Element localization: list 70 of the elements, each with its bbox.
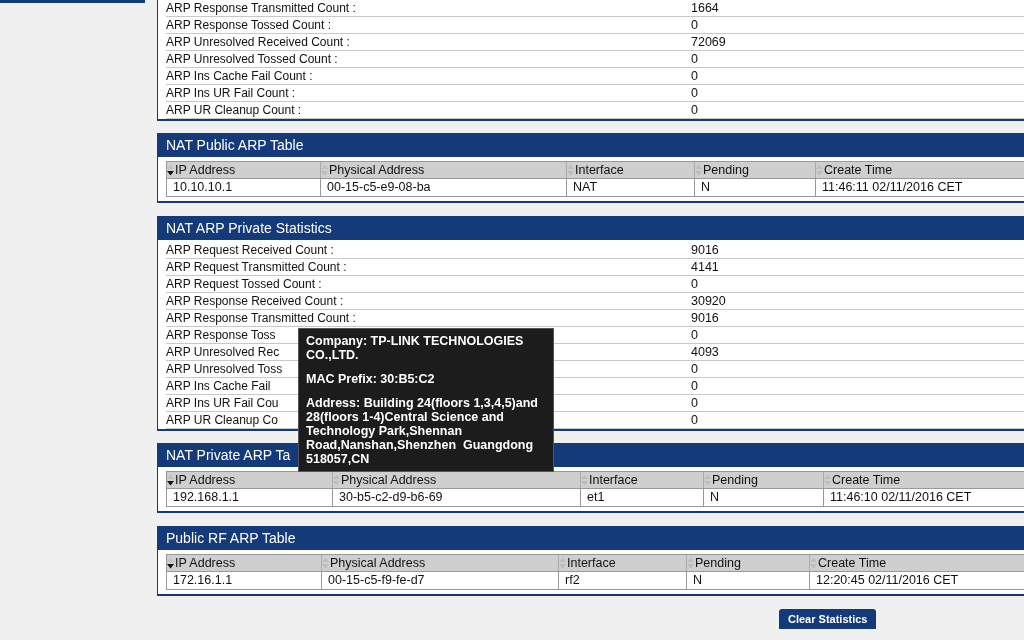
stat-label: ARP Ins UR Fail Cou: [166, 395, 279, 410]
clear-statistics-button[interactable]: Clear Statistics: [779, 609, 877, 629]
table-cell: NAT: [567, 179, 695, 196]
column-header[interactable]: Physical Address: [322, 555, 559, 571]
stat-value: 0: [691, 326, 698, 344]
stat-label: ARP Ins Cache Fail: [166, 378, 271, 393]
table-cell: 11:46:10 02/11/2016 CET: [824, 489, 1024, 506]
column-header[interactable]: Interface: [581, 472, 704, 488]
table-cell: N: [687, 572, 810, 589]
stat-value: 0: [691, 16, 698, 34]
stat-label: ARP Unresolved Received Count :: [166, 34, 350, 49]
stat-value: 9016: [691, 241, 719, 259]
table-cell: et1: [581, 489, 704, 506]
stat-label: ARP Ins Cache Fail Count :: [166, 68, 313, 83]
column-header[interactable]: Interface: [567, 162, 695, 178]
stat-value: 0: [691, 84, 698, 102]
column-header[interactable]: Pending: [695, 162, 816, 178]
stat-value: 4141: [691, 258, 719, 276]
column-header[interactable]: IP Address: [167, 162, 321, 178]
table-cell: 00-15-c5-e9-08-ba: [321, 179, 567, 196]
stat-value: 4093: [691, 343, 719, 361]
panel-header: Public RF ARP Table: [158, 526, 1024, 550]
column-header[interactable]: Interface: [559, 555, 687, 571]
stat-label: ARP Response Transmitted Count :: [166, 310, 356, 325]
stat-value: 0: [691, 67, 698, 85]
tooltip-mac-prefix: MAC Prefix: 30:B5:C2: [306, 372, 436, 386]
stat-label: ARP Unresolved Tossed Count :: [166, 51, 338, 66]
stat-label: ARP Response Received Count :: [166, 293, 344, 308]
tooltip-company: Company: TP-LINK TECHNOLOGIES CO.,LTD.: [306, 334, 525, 362]
column-header[interactable]: Physical Address: [321, 162, 567, 178]
stat-label: ARP Ins UR Fail Count :: [166, 85, 296, 100]
stat-label: ARP Unresolved Toss: [166, 361, 283, 376]
stat-label: ARP Unresolved Rec: [166, 344, 280, 359]
panel-header: NAT ARP Private Statistics: [158, 216, 1024, 240]
table-cell: N: [695, 179, 816, 196]
table-cell: 30-b5-c2-d9-b6-69: [333, 489, 581, 506]
stat-value: 72069: [691, 33, 726, 51]
stat-label: ARP Response Toss: [166, 327, 276, 342]
table-cell: 12:20:45 02/11/2016 CET: [810, 572, 1024, 589]
stat-value: 0: [691, 101, 698, 119]
column-header[interactable]: Create Time: [816, 162, 1024, 178]
table-cell: N: [704, 489, 824, 506]
stat-value: 0: [691, 377, 698, 395]
stat-value: 0: [691, 275, 698, 293]
stat-label: ARP UR Cleanup Co: [166, 412, 278, 427]
stat-label: ARP Request Transmitted Count :: [166, 259, 347, 274]
column-header[interactable]: Pending: [704, 472, 824, 488]
table-cell: 11:46:11 02/11/2016 CET: [816, 179, 1024, 196]
stat-value: 30920: [691, 292, 726, 310]
stat-value: 0: [691, 360, 698, 378]
table-cell: 172.16.1.1: [167, 572, 322, 589]
table-cell: 10.10.10.1: [167, 179, 321, 196]
column-header[interactable]: IP Address: [167, 555, 322, 571]
column-header[interactable]: Create Time: [810, 555, 1024, 571]
stat-label: ARP Response Transmitted Count :: [166, 0, 356, 15]
table-cell: rf2: [559, 572, 687, 589]
stat-value: 0: [691, 50, 698, 68]
panel-header: NAT Public ARP Table: [158, 133, 1024, 157]
stat-label: ARP Request Received Count :: [166, 242, 334, 257]
stat-value: 1664: [691, 0, 719, 17]
table-cell: 00-15-c5-f9-fe-d7: [322, 572, 559, 589]
stat-label: ARP Response Tossed Count :: [166, 17, 331, 32]
table-cell: 192.168.1.1: [167, 489, 333, 506]
stat-value: 0: [691, 411, 698, 429]
stat-label: ARP Request Tossed Count :: [166, 276, 322, 291]
column-header[interactable]: Create Time: [824, 472, 1024, 488]
stat-label: ARP UR Cleanup Count :: [166, 102, 302, 117]
stat-value: 9016: [691, 309, 719, 327]
stat-value: 0: [691, 394, 698, 412]
column-header[interactable]: Pending: [687, 555, 810, 571]
